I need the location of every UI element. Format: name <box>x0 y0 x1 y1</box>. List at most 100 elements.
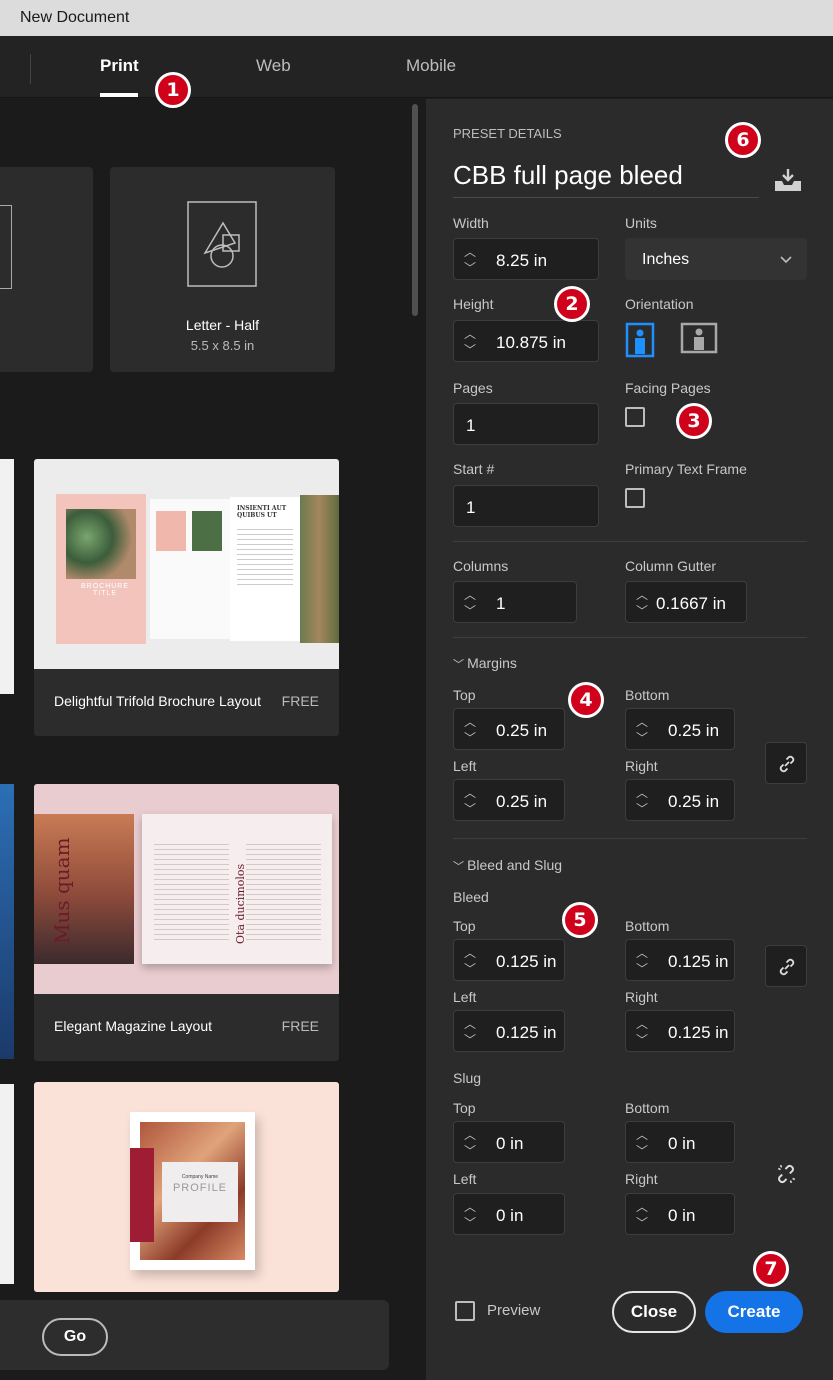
template-card-partial[interactable] <box>0 784 14 1059</box>
gutter-stepper[interactable]: ︿ ﹀ <box>632 587 652 619</box>
margin-left-field[interactable]: ︿ ﹀ 0.25 in <box>453 779 565 821</box>
chevron-up-icon[interactable]: ︿ <box>635 716 649 728</box>
tab-mobile[interactable]: Mobile <box>406 56 456 76</box>
columns-stepper[interactable]: ︿ ﹀ <box>460 587 480 619</box>
chevron-down-icon[interactable]: ﹀ <box>635 963 649 975</box>
chevron-down-icon[interactable]: ﹀ <box>463 963 477 975</box>
chevron-up-icon[interactable]: ︿ <box>463 1201 477 1213</box>
create-button[interactable]: Create <box>705 1291 803 1333</box>
chevron-down-icon[interactable]: ﹀ <box>635 1034 649 1046</box>
chevron-down-icon[interactable]: ﹀ <box>463 1145 477 1157</box>
slug-left-stepper[interactable]: ︿ ﹀ <box>460 1199 480 1231</box>
preset-name-field[interactable]: CBB full page bleed <box>453 160 759 198</box>
bleed-top-field[interactable]: ︿ ﹀ 0.125 in <box>453 939 565 981</box>
chevron-up-icon[interactable]: ︿ <box>463 787 477 799</box>
link-margins-button[interactable] <box>765 742 807 784</box>
chevron-down-icon[interactable]: ﹀ <box>463 1217 477 1229</box>
slug-right-stepper[interactable]: ︿ ﹀ <box>632 1199 652 1231</box>
portrait-orientation-icon[interactable] <box>625 322 657 358</box>
chevron-up-icon[interactable]: ︿ <box>635 1129 649 1141</box>
template-card-profile[interactable]: Company Name PROFILE <box>34 1082 339 1292</box>
save-preset-icon[interactable] <box>773 168 803 192</box>
slug-left-field[interactable]: ︿ ﹀ 0 in <box>453 1193 565 1235</box>
column-gutter-field[interactable]: ︿ ﹀ 0.1667 in <box>625 581 747 623</box>
bleed-label: Bleed <box>453 889 489 905</box>
height-field[interactable]: ︿ ﹀ 10.875 in <box>453 320 599 362</box>
unlink-icon[interactable] <box>775 1163 797 1185</box>
chevron-up-icon[interactable]: ︿ <box>463 1129 477 1141</box>
chevron-up-icon[interactable]: ︿ <box>463 589 477 601</box>
margin-right-field[interactable]: ︿ ﹀ 0.25 in <box>625 779 735 821</box>
margin-top-field[interactable]: ︿ ﹀ 0.25 in <box>453 708 565 750</box>
chevron-up-icon[interactable]: ︿ <box>635 589 649 601</box>
chevron-down-icon[interactable]: ﹀ <box>463 732 477 744</box>
facing-pages-checkbox[interactable] <box>625 407 645 427</box>
primary-text-frame-checkbox[interactable] <box>625 488 645 508</box>
scrollbar-thumb[interactable] <box>412 104 418 316</box>
close-button[interactable]: Close <box>612 1291 696 1333</box>
slug-right-field[interactable]: ︿ ﹀ 0 in <box>625 1193 735 1235</box>
width-stepper[interactable]: ︿ ﹀ <box>460 244 480 276</box>
margin-left-stepper[interactable]: ︿ ﹀ <box>460 785 480 817</box>
slug-bottom-field[interactable]: ︿ ﹀ 0 in <box>625 1121 735 1163</box>
template-card-partial[interactable] <box>0 1084 14 1284</box>
bleed-right-field[interactable]: ︿ ﹀ 0.125 in <box>625 1010 735 1052</box>
bleed-bottom-field[interactable]: ︿ ﹀ 0.125 in <box>625 939 735 981</box>
margin-right-stepper[interactable]: ︿ ﹀ <box>632 785 652 817</box>
link-bleed-button[interactable] <box>765 945 807 987</box>
chevron-up-icon[interactable]: ︿ <box>463 1018 477 1030</box>
go-button[interactable]: Go <box>42 1318 108 1356</box>
tab-print[interactable]: Print <box>100 56 139 76</box>
bleed-left-stepper[interactable]: ︿ ﹀ <box>460 1016 480 1048</box>
margin-bottom-stepper[interactable]: ︿ ﹀ <box>632 714 652 746</box>
slug-top-field[interactable]: ︿ ﹀ 0 in <box>453 1121 565 1163</box>
width-field[interactable]: ︿ ﹀ 8.25 in <box>453 238 599 280</box>
chevron-down-icon[interactable]: ﹀ <box>463 803 477 815</box>
magazine-cover-text: Mus quam <box>50 837 74 944</box>
landscape-orientation-icon[interactable] <box>680 322 718 354</box>
preset-card-letter-half[interactable]: Letter - Half 5.5 x 8.5 in <box>110 167 335 372</box>
template-card-trifold-brochure[interactable]: BROCHURE TITLE INSIENTI AUT QUIBUS UT De… <box>34 459 339 736</box>
chevron-down-icon[interactable]: ﹀ <box>463 262 477 274</box>
height-stepper[interactable]: ︿ ﹀ <box>460 326 480 358</box>
bleed-top-stepper[interactable]: ︿ ﹀ <box>460 945 480 977</box>
chevron-up-icon[interactable]: ︿ <box>635 947 649 959</box>
chevron-down-icon[interactable]: ﹀ <box>635 1217 649 1229</box>
margin-top-stepper[interactable]: ︿ ﹀ <box>460 714 480 746</box>
preset-card-partial[interactable] <box>0 167 93 372</box>
chevron-up-icon[interactable]: ︿ <box>463 328 477 340</box>
chevron-up-icon[interactable]: ︿ <box>463 947 477 959</box>
pages-field[interactable]: 1 <box>453 403 599 445</box>
chevron-up-icon[interactable]: ︿ <box>463 246 477 258</box>
tab-web[interactable]: Web <box>256 56 291 76</box>
bleed-left-field[interactable]: ︿ ﹀ 0.125 in <box>453 1010 565 1052</box>
margin-bottom-value: 0.25 in <box>668 721 720 740</box>
bleed-slug-section-toggle[interactable]: ﹀ Bleed and Slug <box>453 857 562 874</box>
units-dropdown[interactable]: Inches <box>625 238 807 280</box>
active-tab-indicator <box>100 93 138 97</box>
chevron-down-icon[interactable]: ﹀ <box>463 1034 477 1046</box>
chevron-down-icon[interactable]: ﹀ <box>635 605 649 617</box>
slug-left-label: Left <box>453 1171 477 1187</box>
chevron-up-icon[interactable]: ︿ <box>463 716 477 728</box>
chevron-down-icon[interactable]: ﹀ <box>463 605 477 617</box>
chevron-up-icon[interactable]: ︿ <box>635 1201 649 1213</box>
margin-bottom-field[interactable]: ︿ ﹀ 0.25 in <box>625 708 735 750</box>
slug-bottom-stepper[interactable]: ︿ ﹀ <box>632 1127 652 1159</box>
slug-top-stepper[interactable]: ︿ ﹀ <box>460 1127 480 1159</box>
margins-section-toggle[interactable]: ﹀ Margins <box>453 655 517 672</box>
chevron-down-icon[interactable]: ﹀ <box>635 732 649 744</box>
template-card-elegant-magazine[interactable]: Mus quam Ota ducimolos Elegant Magazine … <box>34 784 339 1061</box>
preview-checkbox[interactable] <box>455 1301 475 1321</box>
start-page-field[interactable]: 1 <box>453 485 599 527</box>
chevron-down-icon[interactable]: ﹀ <box>463 344 477 356</box>
bleed-right-stepper[interactable]: ︿ ﹀ <box>632 1016 652 1048</box>
chevron-up-icon[interactable]: ︿ <box>635 1018 649 1030</box>
callout-badge: 7 <box>753 1251 789 1287</box>
columns-field[interactable]: ︿ ﹀ 1 <box>453 581 577 623</box>
chevron-down-icon[interactable]: ﹀ <box>635 803 649 815</box>
bleed-bottom-stepper[interactable]: ︿ ﹀ <box>632 945 652 977</box>
template-card-partial[interactable] <box>0 459 14 694</box>
chevron-up-icon[interactable]: ︿ <box>635 787 649 799</box>
chevron-down-icon[interactable]: ﹀ <box>635 1145 649 1157</box>
